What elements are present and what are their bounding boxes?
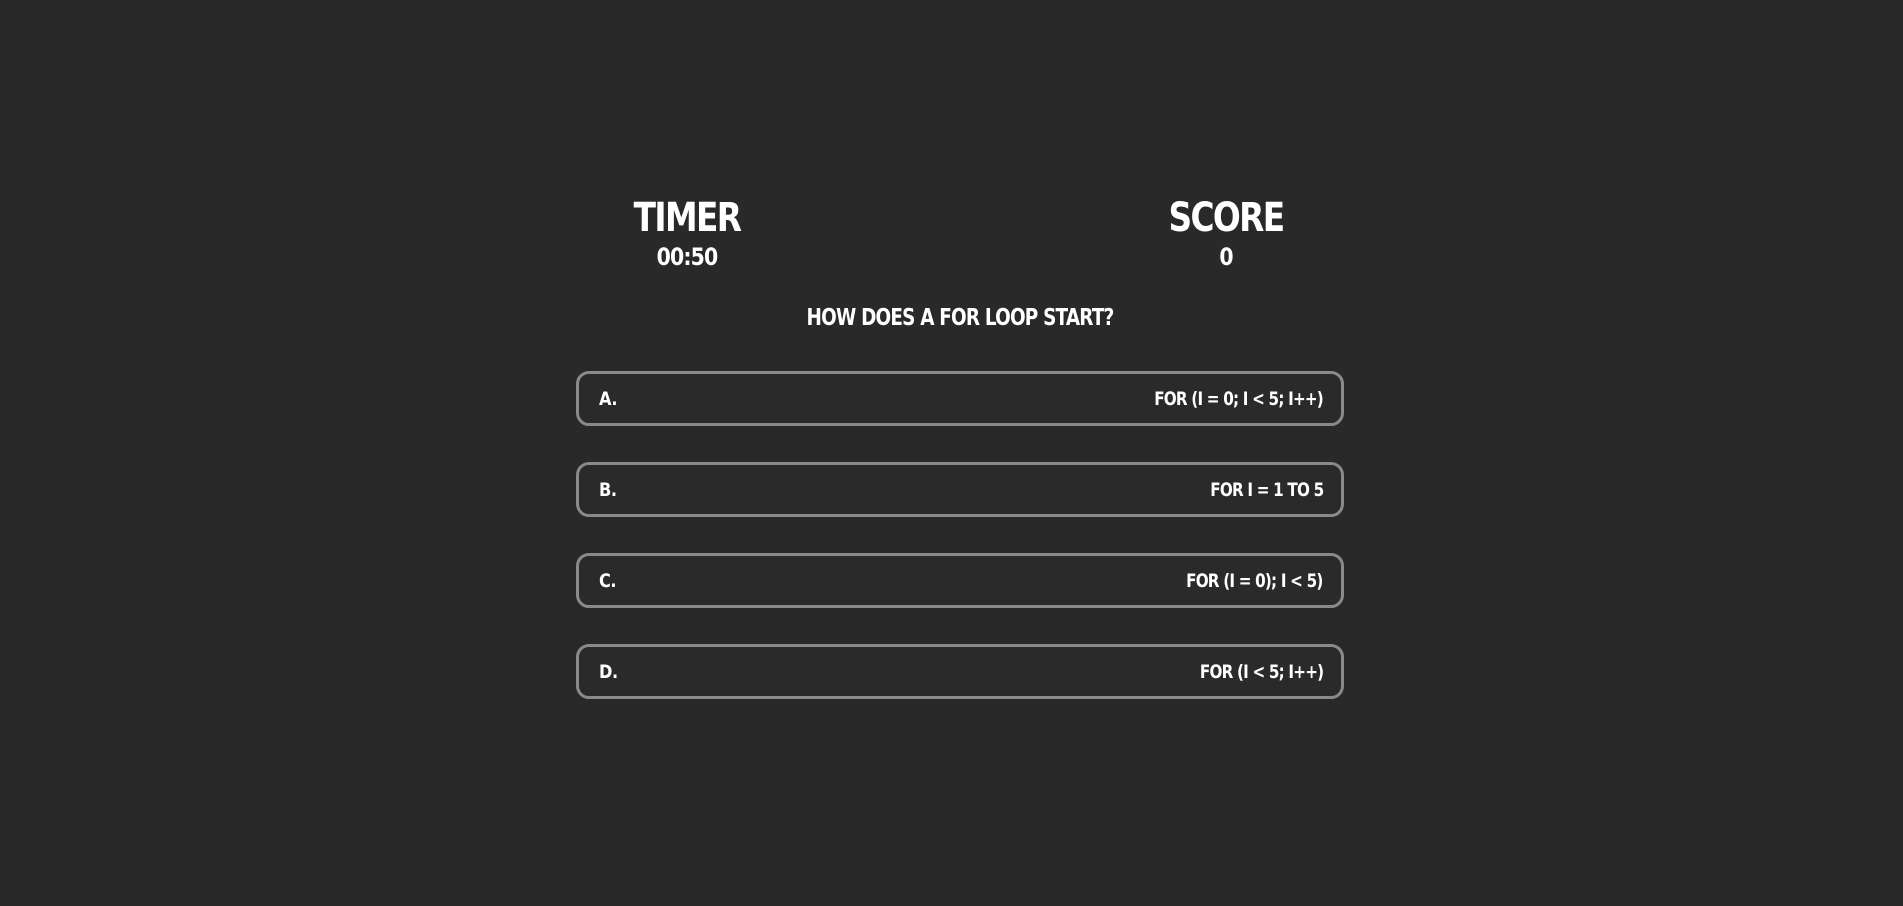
timer-value: 00:50 [656,243,719,271]
answer-letter: B. [599,478,617,501]
answer-text: for i = 1 to 5 [1209,478,1324,501]
question-text: How does a for loop start? [806,305,1115,331]
answer-letter: A. [599,387,618,410]
score-value: 0 [1219,243,1233,271]
answer-option-c[interactable]: C. for (i = 0); i < 5) [576,553,1344,608]
answer-text: for (i < 5; i++) [1199,660,1324,683]
answer-list: A. for (i = 0; i < 5; i++) B. for i = 1 … [576,371,1344,735]
answer-option-b[interactable]: B. for i = 1 to 5 [576,462,1344,517]
score-panel: Score 0 [1151,196,1301,272]
quiz-screen: Timer 00:50 Score 0 How does a for loop … [0,0,1903,906]
answer-option-a[interactable]: A. for (i = 0; i < 5; i++) [576,371,1344,426]
answer-text: for (i = 0; i < 5; i++) [1154,387,1324,410]
timer-panel: Timer 00:50 [612,196,762,272]
answer-letter: D. [599,660,618,683]
answer-letter: C. [599,569,617,592]
answer-option-d[interactable]: D. for (i < 5; i++) [576,644,1344,699]
score-label: Score [1168,195,1285,241]
answer-text: for (i = 0); i < 5) [1186,569,1324,592]
timer-label: Timer [633,195,742,241]
